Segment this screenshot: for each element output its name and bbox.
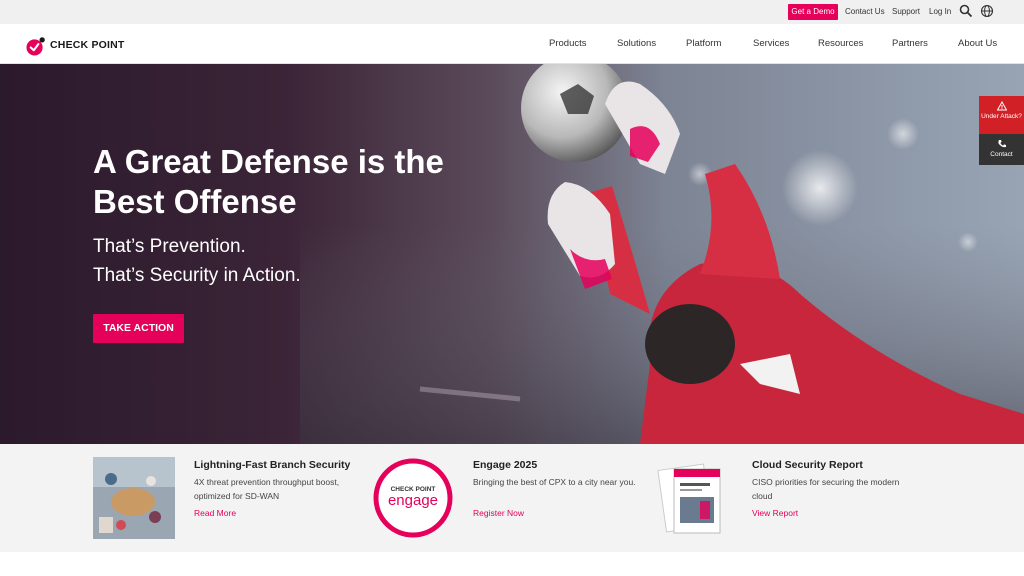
hero-subheadline-1: That’s Prevention.: [93, 236, 246, 257]
view-report-link[interactable]: View Report: [752, 508, 798, 518]
utility-bar: Get a Demo Contact Us Support Log In: [0, 0, 1024, 24]
hero-banner: A Great Defense is the Best Offense That…: [0, 64, 1024, 444]
check-point-engage-badge: CHECK POINT engage: [373, 458, 453, 538]
check-point-logo-icon: [26, 37, 45, 56]
nav-solutions[interactable]: Solutions: [617, 38, 656, 49]
cloud-report-thumbnail[interactable]: [652, 457, 734, 539]
nav-resources[interactable]: Resources: [818, 38, 863, 49]
hero-headline: A Great Defense is the Best Offense: [93, 143, 444, 220]
engage-badge-thumbnail[interactable]: CHECK POINT engage: [372, 457, 454, 539]
promo-strip: Lightning-Fast Branch Security 4X threat…: [0, 444, 1024, 552]
contact-us-link[interactable]: Contact Us: [845, 4, 885, 20]
nav-about-us[interactable]: About Us: [958, 38, 997, 49]
branch-security-thumbnail[interactable]: [93, 457, 175, 539]
promo-2-description: Bringing the best of CPX to a city near …: [473, 477, 636, 487]
check-point-logo[interactable]: CHECK POINT: [26, 34, 146, 56]
page-footer-gap: [0, 552, 1024, 576]
take-action-button[interactable]: TAKE ACTION: [93, 314, 184, 343]
register-now-link[interactable]: Register Now: [473, 508, 524, 518]
under-attack-label: Under Attack?: [981, 113, 1022, 120]
nav-products[interactable]: Products: [549, 38, 587, 49]
contact-widget-button[interactable]: Contact: [979, 134, 1024, 165]
nav-services[interactable]: Services: [753, 38, 789, 49]
promo-3-description: CISO priorities for securing the modern …: [752, 477, 900, 501]
log-in-link[interactable]: Log In: [929, 4, 951, 20]
get-a-demo-button[interactable]: Get a Demo: [788, 4, 838, 20]
promo-1-description: 4X threat prevention throughput boost, o…: [194, 477, 340, 501]
under-attack-button[interactable]: Under Attack?: [979, 96, 1024, 134]
support-link[interactable]: Support: [892, 4, 920, 20]
logo-text: CHECK POINT: [50, 39, 125, 51]
side-help-widget: Under Attack? Contact: [979, 96, 1024, 165]
office-people-image: [93, 457, 175, 539]
contact-label: Contact: [990, 151, 1013, 158]
report-cover-image: [657, 463, 721, 534]
hero-subheadline-2: That’s Security in Action.: [93, 265, 301, 286]
promo-1-title: Lightning-Fast Branch Security: [194, 459, 351, 471]
main-navigation: CHECK POINT Products Solutions Platform …: [0, 24, 1024, 64]
warning-icon: [996, 101, 1007, 111]
phone-icon: [997, 140, 1006, 148]
nav-platform[interactable]: Platform: [686, 38, 721, 49]
read-more-link[interactable]: Read More: [194, 508, 236, 518]
nav-partners[interactable]: Partners: [892, 38, 928, 49]
search-icon[interactable]: [959, 4, 973, 18]
engage-badge-word: engage: [388, 492, 438, 509]
promo-3-title: Cloud Security Report: [752, 459, 863, 471]
promo-2-title: Engage 2025: [473, 459, 538, 471]
globe-icon[interactable]: [980, 4, 994, 18]
